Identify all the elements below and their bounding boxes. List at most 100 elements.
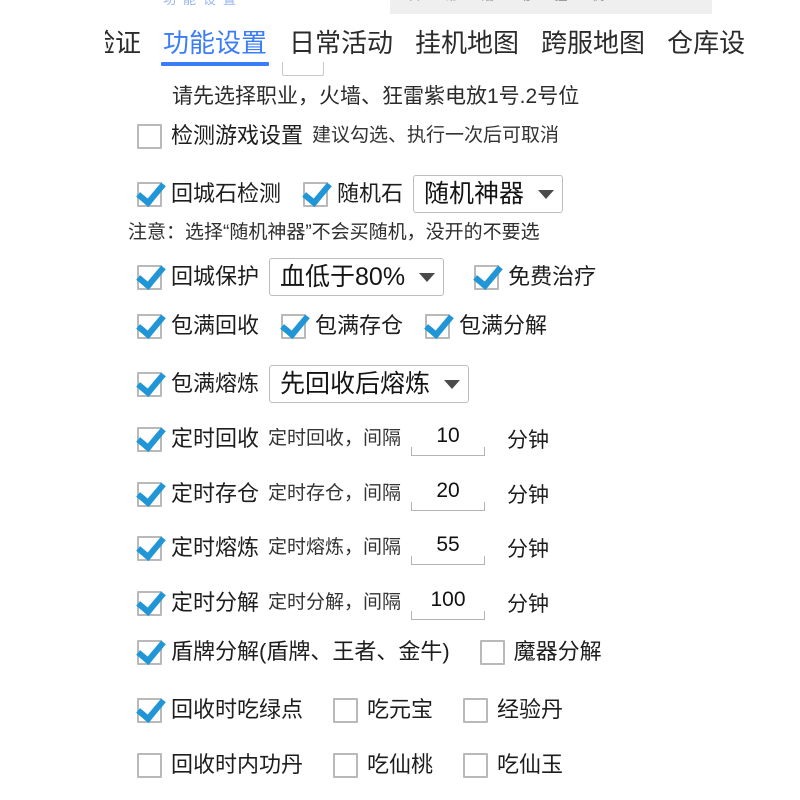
top-strip-gray-label: 日 常 活 动 挂 机 bbox=[408, 0, 614, 4]
select-hp-threshold-value: 血低于80% bbox=[280, 263, 406, 291]
checkbox-eat-xianyu[interactable] bbox=[463, 752, 489, 778]
app-root: 功能设置 日 常 活 动 挂 机 验证功能设置日常活动挂机地图跨服地图仓库设 请… bbox=[0, 0, 800, 800]
top-strip-faint-label: 功能设置 bbox=[163, 0, 243, 8]
input-wrap-timer-decompose bbox=[411, 586, 486, 620]
input-timer-recycle-interval[interactable] bbox=[411, 424, 486, 454]
row-bag-full-smelt: 包满熔炼 先回收后熔炼 bbox=[137, 365, 470, 403]
input-timer-decompose-interval[interactable] bbox=[411, 588, 486, 618]
row-return-stone: 回城石检测 随机石 随机神器 bbox=[137, 175, 564, 213]
unit-timer-store: 分钟 bbox=[507, 484, 550, 507]
checkbox-bag-full-recycle[interactable] bbox=[137, 313, 162, 339]
label-random-stone: 随机石 bbox=[337, 181, 404, 206]
hint-detect-game-settings: 建议勾选、执行一次后可取消 bbox=[312, 125, 560, 146]
chevron-down-icon bbox=[419, 272, 436, 282]
label-bag-full-recycle: 包满回收 bbox=[171, 313, 260, 338]
select-random-stone-type[interactable]: 随机神器 bbox=[413, 175, 564, 213]
tab-afk-map-label: 挂机地图 bbox=[415, 28, 520, 58]
tab-cross-server-map[interactable]: 跨服地图 bbox=[537, 26, 649, 60]
row-timer-decompose: 定时分解 定时分解，间隔 分钟 bbox=[137, 586, 549, 620]
label-return-stone-detect: 回城石检测 bbox=[171, 181, 282, 206]
checkbox-eat-yuanbao[interactable] bbox=[333, 697, 359, 723]
tab-verification[interactable]: 验证 bbox=[101, 26, 145, 68]
profession-note: 请先选择职业，火墙、狂雷紫电放1号.2号位 bbox=[172, 85, 580, 108]
desc-timer-decompose: 定时分解，间隔 bbox=[268, 592, 402, 613]
tab-function-settings[interactable]: 功能设置 bbox=[159, 26, 271, 66]
checkbox-random-stone[interactable] bbox=[303, 181, 329, 207]
checkbox-timer-decompose[interactable] bbox=[137, 590, 162, 616]
label-eat-xianyu: 吃仙玉 bbox=[497, 752, 564, 777]
tab-warehouse-settings[interactable]: 仓库设 bbox=[663, 26, 749, 60]
tab-cross-server-map-label: 跨服地图 bbox=[541, 28, 646, 58]
checkbox-return-stone-detect[interactable] bbox=[137, 181, 162, 207]
desc-timer-smelt: 定时熔炼，间隔 bbox=[268, 537, 402, 558]
input-wrap-timer-smelt bbox=[411, 531, 486, 565]
checkbox-detect-game-settings[interactable] bbox=[137, 123, 162, 149]
checkbox-bag-full-store[interactable] bbox=[281, 313, 307, 339]
label-free-heal: 免费治疗 bbox=[508, 264, 597, 289]
tab-afk-map[interactable]: 挂机地图 bbox=[411, 26, 523, 60]
label-bag-full-decompose: 包满分解 bbox=[459, 313, 548, 338]
row-return-protection: 回城保护 血低于80% 免费治疗 bbox=[137, 258, 596, 296]
tab-bar: 验证功能设置日常活动挂机地图跨服地图仓库设 bbox=[0, 26, 800, 72]
label-bag-full-store: 包满存仓 bbox=[315, 313, 404, 338]
checkbox-shield-decompose[interactable] bbox=[137, 639, 162, 665]
checkbox-inner-power-pill-on-recycle[interactable] bbox=[137, 752, 162, 778]
checkbox-bag-full-smelt[interactable] bbox=[137, 371, 162, 397]
label-eat-yuanbao: 吃元宝 bbox=[367, 697, 434, 722]
checkbox-timer-store[interactable] bbox=[137, 481, 162, 507]
desc-timer-store: 定时存仓，间隔 bbox=[268, 483, 402, 504]
select-smelt-order-value: 先回收后熔炼 bbox=[280, 370, 431, 398]
unit-timer-smelt: 分钟 bbox=[507, 538, 550, 561]
checkbox-eat-green-dot-on-recycle[interactable] bbox=[137, 697, 162, 723]
row-eat-options-2: 回收时内功丹 吃仙桃 吃仙玉 bbox=[137, 752, 563, 778]
checkbox-timer-recycle[interactable] bbox=[137, 426, 162, 452]
row-eat-options-1: 回收时吃绿点 吃元宝 经验丹 bbox=[137, 697, 563, 723]
tab-warehouse-settings-label: 仓库设 bbox=[667, 28, 746, 58]
select-hp-threshold[interactable]: 血低于80% bbox=[269, 258, 445, 296]
label-shield-decompose: 盾牌分解(盾牌、王者、金牛) bbox=[171, 639, 450, 664]
label-return-protection: 回城保护 bbox=[171, 264, 260, 289]
checkbox-bag-full-decompose[interactable] bbox=[425, 313, 451, 339]
select-random-stone-type-value: 随机神器 bbox=[424, 180, 525, 208]
checkbox-return-protection[interactable] bbox=[137, 264, 162, 290]
input-timer-smelt-interval[interactable] bbox=[411, 533, 486, 563]
label-magic-item-decompose: 魔器分解 bbox=[513, 639, 602, 664]
tab-verification-label: 验证 bbox=[105, 28, 141, 58]
label-eat-xiantao: 吃仙桃 bbox=[367, 752, 434, 777]
tab-function-settings-label: 功能设置 bbox=[163, 28, 268, 58]
label-detect-game-settings: 检测游戏设置 bbox=[171, 123, 304, 148]
checkbox-magic-item-decompose[interactable] bbox=[479, 639, 505, 665]
label-timer-store: 定时存仓 bbox=[171, 481, 260, 506]
checkbox-timer-smelt[interactable] bbox=[137, 535, 162, 561]
label-experience-pill: 经验丹 bbox=[497, 697, 564, 722]
tab-daily-activity[interactable]: 日常活动 bbox=[285, 26, 397, 60]
chevron-down-icon bbox=[538, 189, 555, 199]
label-timer-decompose: 定时分解 bbox=[171, 590, 260, 615]
chevron-down-icon bbox=[444, 379, 461, 389]
unit-timer-decompose: 分钟 bbox=[507, 593, 550, 616]
label-timer-smelt: 定时熔炼 bbox=[171, 535, 260, 560]
checkbox-free-heal[interactable] bbox=[474, 264, 500, 290]
clipped-control-remnant bbox=[282, 62, 324, 76]
top-strip-gray-panel: 日 常 活 动 挂 机 bbox=[390, 0, 712, 14]
label-eat-green-dot-on-recycle: 回收时吃绿点 bbox=[171, 697, 304, 722]
cut-off-top-strip: 功能设置 日 常 活 动 挂 机 bbox=[0, 0, 800, 14]
input-wrap-timer-store bbox=[411, 477, 486, 511]
checkbox-eat-xiantao[interactable] bbox=[333, 752, 359, 778]
label-timer-recycle: 定时回收 bbox=[171, 426, 260, 451]
row-timer-store: 定时存仓 定时存仓，间隔 分钟 bbox=[137, 477, 549, 511]
checkbox-experience-pill[interactable] bbox=[463, 697, 489, 723]
row-timer-recycle: 定时回收 定时回收，间隔 分钟 bbox=[137, 422, 549, 456]
unit-timer-recycle: 分钟 bbox=[507, 429, 550, 452]
select-smelt-order[interactable]: 先回收后熔炼 bbox=[269, 365, 470, 403]
row-bag-full-actions: 包满回收 包满存仓 包满分解 bbox=[137, 313, 547, 339]
label-bag-full-smelt: 包满熔炼 bbox=[171, 371, 260, 396]
row-shield-decompose: 盾牌分解(盾牌、王者、金牛) 魔器分解 bbox=[137, 639, 602, 665]
input-wrap-timer-recycle bbox=[411, 422, 486, 456]
label-inner-power-pill-on-recycle: 回收时内功丹 bbox=[171, 752, 304, 777]
row-detect-game-settings: 检测游戏设置 建议勾选、执行一次后可取消 bbox=[137, 123, 559, 149]
input-timer-store-interval[interactable] bbox=[411, 479, 486, 509]
desc-timer-recycle: 定时回收，间隔 bbox=[268, 428, 402, 449]
tab-daily-activity-label: 日常活动 bbox=[289, 28, 394, 58]
row-timer-smelt: 定时熔炼 定时熔炼，间隔 分钟 bbox=[137, 531, 549, 565]
